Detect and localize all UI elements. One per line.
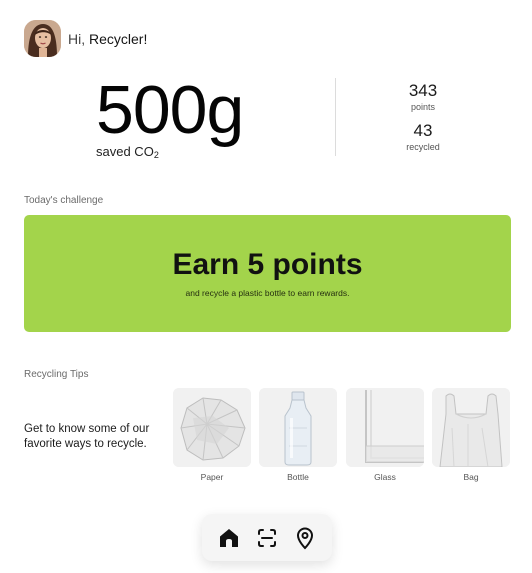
challenge-headline: Earn 5 points [172,248,363,281]
recycled-stat: 43 recycled [393,121,453,153]
user-avatar-photo-icon [24,20,61,57]
tip-card-glass[interactable]: Glass [346,388,424,482]
greeting-prefix: Hi, [68,30,86,47]
co2-value: 500g [96,72,244,148]
points-stat: 343 points [393,81,453,113]
co2-label-text: saved CO [96,144,154,159]
recycled-value: 43 [413,121,433,140]
tip-card-bag[interactable]: Bag [432,388,510,482]
nav-home-button[interactable] [214,523,244,553]
nav-scan-button[interactable] [252,523,282,553]
challenge-card[interactable]: Earn 5 points and recycle a plastic bott… [24,215,511,332]
plastic-bag-icon [432,388,510,467]
crumpled-paper-icon [173,388,251,467]
plastic-bottle-icon [259,388,337,467]
tip-label-bag: Bag [463,472,479,482]
tip-label-glass: Glass [374,472,396,482]
tip-label-paper: Paper [200,472,224,482]
tips-intro: Get to know some of our favorite ways to… [24,423,150,450]
co2-label-subscript: 2 [153,150,159,160]
challenge-description: and recycle a plastic bottle to earn rew… [185,288,350,298]
header: Hi, Recycler! [24,20,147,57]
bottom-nav [202,514,332,561]
points-label: points [410,102,436,112]
nav-map-button[interactable] [290,523,320,553]
co2-stat: 500g saved CO2 [96,72,244,160]
tip-label-bottle: Bottle [287,472,309,482]
tip-card-paper[interactable]: Paper [173,388,251,482]
points-value: 343 [408,81,438,100]
tip-card-bottle[interactable]: Bottle [259,388,337,482]
greeting-name: Recycler! [85,30,148,47]
stat-divider [335,78,336,156]
challenge-section-title: Today's challenge [24,195,104,206]
home-icon [220,528,238,547]
location-pin-icon [296,527,314,549]
recycled-label: recycled [406,142,440,152]
glass-jar-icon [346,388,424,467]
greeting: Hi, Recycler! [68,31,147,47]
avatar[interactable] [24,20,61,57]
tips-section-title: Recycling Tips [24,369,89,380]
scan-icon [258,528,276,547]
